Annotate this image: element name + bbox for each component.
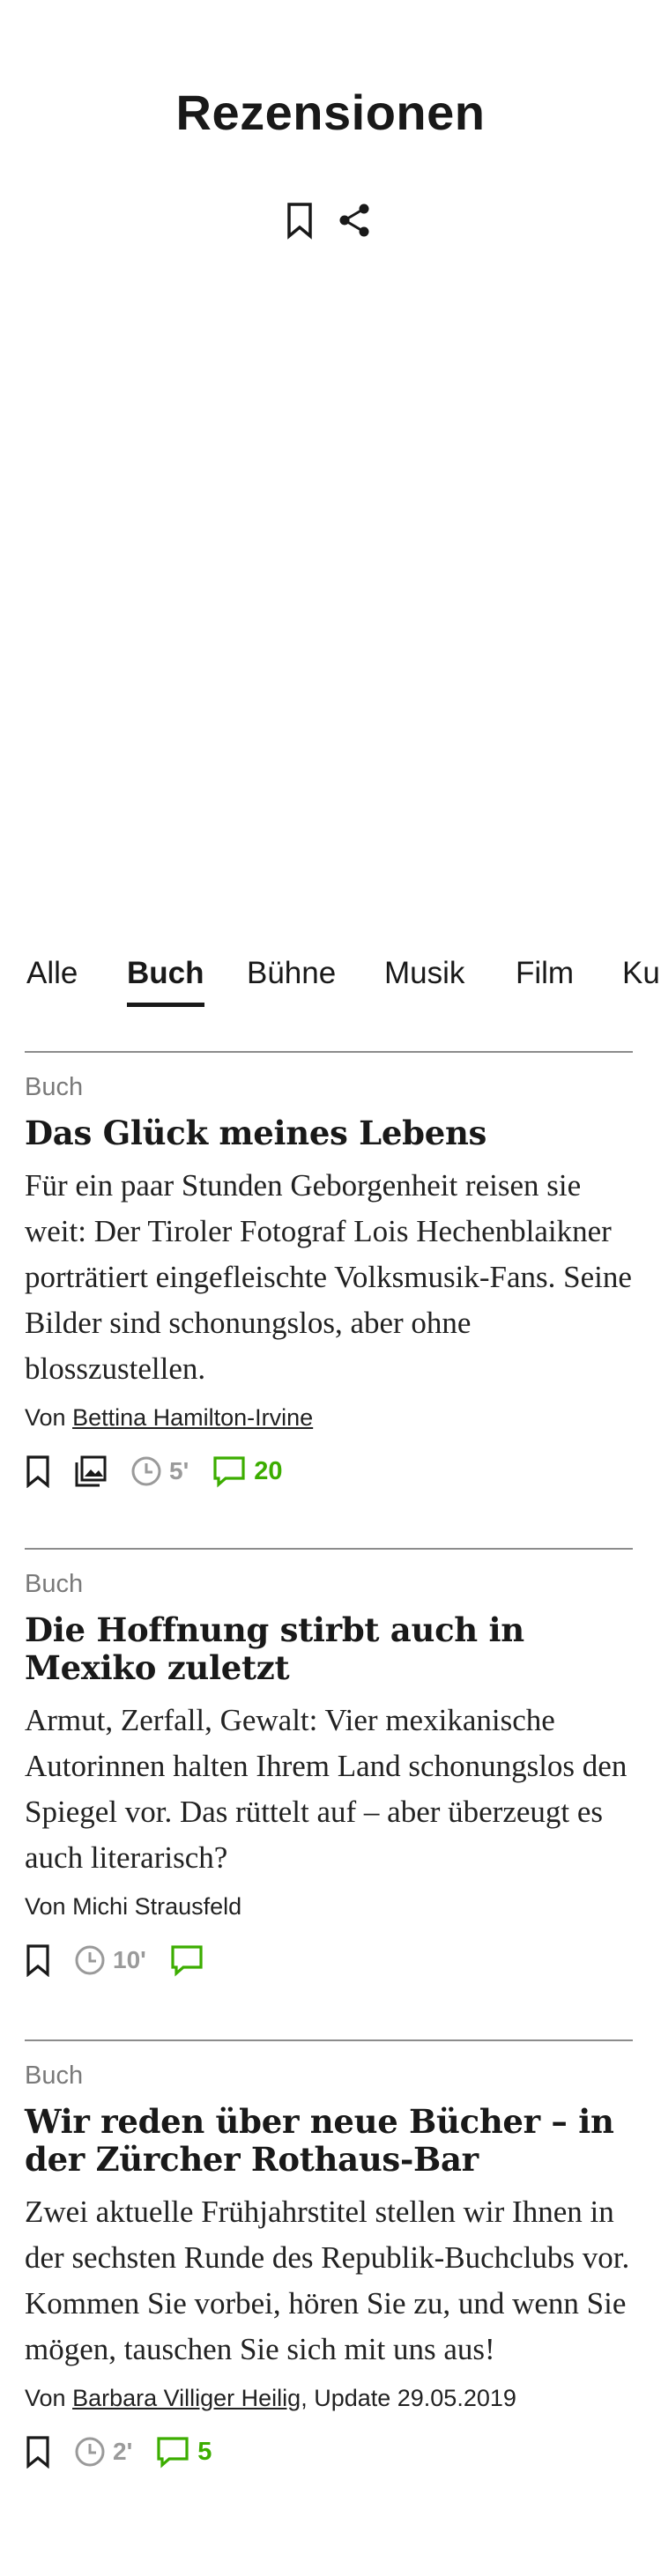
- reading-time: 5': [130, 1455, 189, 1487]
- bookmark-icon[interactable]: [25, 2435, 51, 2469]
- bookmark-icon[interactable]: [282, 201, 317, 240]
- article-teaser: Buch Wir reden über neue Bücher – in der…: [25, 2039, 633, 2471]
- author-link[interactable]: Barbara Villiger Heilig: [72, 2385, 301, 2411]
- article-teaser: Buch Die Hoffnung stirbt auch in Mexiko …: [25, 1548, 633, 1980]
- article-teaser: Buch Das Glück meines Lebens Für ein paa…: [25, 1051, 633, 1491]
- author-link[interactable]: Bettina Hamilton-Irvine: [72, 1404, 313, 1431]
- byline-prefix: Von: [25, 1893, 73, 1920]
- byline: Von Bettina Hamilton-Irvine: [25, 1403, 633, 1432]
- tab-alle[interactable]: Alle: [26, 951, 78, 996]
- comment-icon[interactable]: [155, 2435, 190, 2469]
- article-meta: 10': [25, 1941, 633, 1980]
- article-lead[interactable]: Für ein paar Stunden Geborgenheit reisen…: [25, 1163, 633, 1392]
- clock-icon: [75, 2437, 105, 2467]
- article-meta: 5' 20: [25, 1452, 633, 1491]
- bookmark-icon[interactable]: [25, 1943, 51, 1977]
- header-actions: [282, 201, 372, 240]
- tab-buch[interactable]: Buch: [127, 951, 204, 1007]
- article-title[interactable]: Wir reden über neue Bücher – in der Zürc…: [25, 2103, 633, 2179]
- reading-time-value: 5': [169, 1457, 189, 1484]
- article-meta: 2' 5: [25, 2432, 633, 2471]
- byline-prefix: Von: [25, 1404, 73, 1431]
- bookmark-icon[interactable]: [25, 1455, 51, 1488]
- author-name: Michi Strausfeld: [72, 1893, 242, 1920]
- tab-buehne[interactable]: Bühne: [247, 951, 336, 996]
- article-title[interactable]: Die Hoffnung stirbt auch in Mexiko zulet…: [25, 1611, 633, 1687]
- comments-link[interactable]: [169, 1943, 212, 1977]
- page-title: Rezensionen: [175, 85, 486, 140]
- divider: [25, 2039, 633, 2041]
- article-lead[interactable]: Armut, Zerfall, Gewalt: Vier mexikanisch…: [25, 1698, 633, 1881]
- comment-icon[interactable]: [212, 1455, 247, 1488]
- reading-time-value: 2': [113, 2438, 133, 2465]
- tab-film[interactable]: Film: [516, 951, 574, 996]
- tab-musik[interactable]: Musik: [384, 951, 464, 996]
- byline: Von Michi Strausfeld: [25, 1891, 633, 1921]
- category-tabs: Alle Buch Bühne Musik Film Ku: [0, 951, 661, 1013]
- gallery-icon: [75, 1455, 107, 1487]
- comments-link[interactable]: 5: [155, 2435, 212, 2469]
- comment-icon[interactable]: [169, 1943, 204, 1977]
- clock-icon: [131, 1456, 161, 1486]
- reading-time: 2': [74, 2436, 132, 2468]
- divider: [25, 1051, 633, 1053]
- article-category[interactable]: Buch: [25, 2061, 633, 2091]
- share-icon[interactable]: [337, 201, 372, 240]
- comment-count[interactable]: 5: [197, 2438, 212, 2467]
- article-title[interactable]: Das Glück meines Lebens: [25, 1114, 633, 1152]
- reading-time-value: 10': [113, 1946, 146, 1973]
- byline: Von Barbara Villiger Heilig, Update 29.0…: [25, 2383, 633, 2413]
- tab-kultur[interactable]: Ku: [622, 951, 660, 996]
- byline-suffix: , Update 29.05.2019: [301, 2385, 516, 2411]
- reading-time: 10': [74, 1944, 146, 1976]
- article-category[interactable]: Buch: [25, 1072, 633, 1102]
- clock-icon: [75, 1945, 105, 1975]
- byline-prefix: Von: [25, 2385, 73, 2411]
- article-category[interactable]: Buch: [25, 1569, 633, 1599]
- comment-count[interactable]: 20: [254, 1457, 282, 1486]
- comments-link[interactable]: 20: [212, 1455, 283, 1488]
- divider: [25, 1548, 633, 1550]
- article-lead[interactable]: Zwei aktuelle Frühjahrstitel stellen wir…: [25, 2189, 633, 2372]
